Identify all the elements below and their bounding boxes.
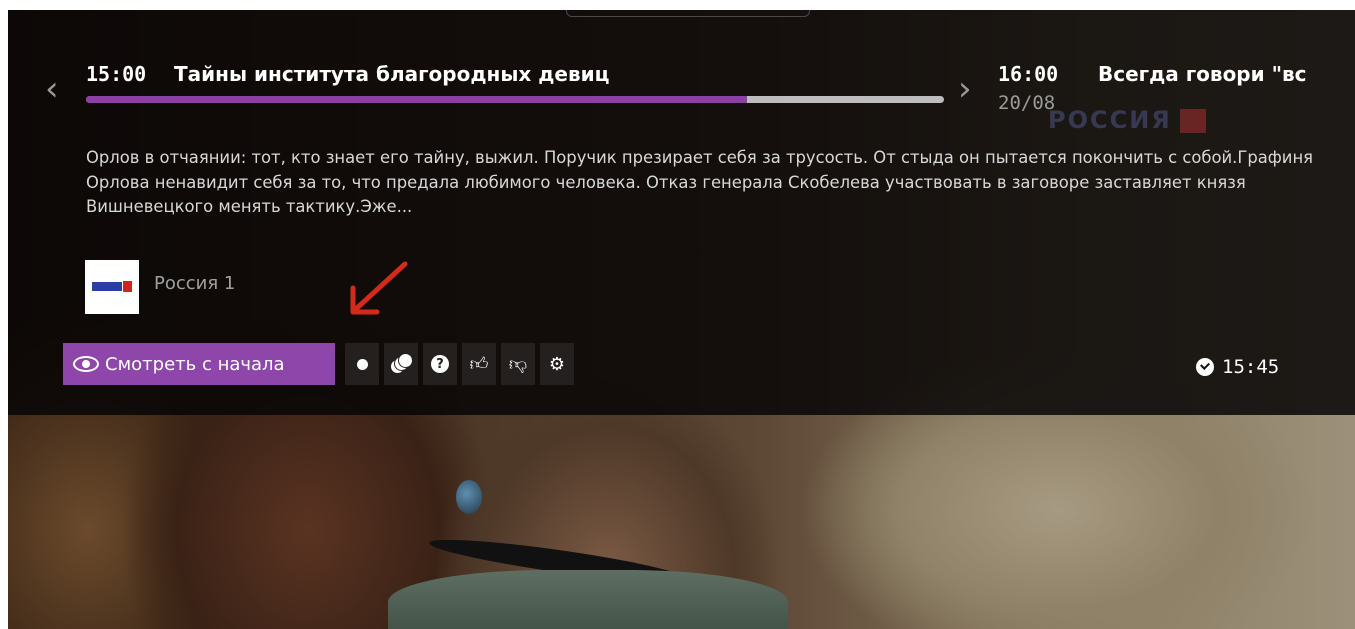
- dislike-button[interactable]: 👎︎: [501, 343, 535, 385]
- program-progress-fill: [86, 96, 747, 103]
- help-icon: ?: [431, 355, 449, 373]
- prev-program-arrow-icon[interactable]: ‹: [45, 72, 59, 106]
- help-button[interactable]: ?: [423, 343, 457, 385]
- clock-time: 15:45: [1222, 356, 1280, 378]
- action-toolbar: Смотреть с начала ? 👍︎ 👎︎ ⚙: [63, 343, 574, 385]
- program-progress-bar: [86, 96, 944, 103]
- thumbs-down-icon: 👎︎: [508, 354, 528, 375]
- current-program-title: Тайны института благородных девиц: [174, 62, 610, 86]
- watermark-text: РОССИЯ: [1048, 106, 1172, 134]
- channel-name: Россия 1: [154, 273, 236, 294]
- earring-image: [456, 480, 482, 514]
- settings-gear-icon: ⚙: [548, 353, 566, 375]
- channel-logo-icon: [85, 260, 139, 314]
- clock-icon: [1196, 358, 1214, 376]
- next-program-arrow-icon[interactable]: ›: [958, 72, 972, 106]
- clock: 15:45: [1196, 356, 1279, 378]
- coins-button[interactable]: [384, 343, 418, 385]
- top-pull-tab[interactable]: [566, 10, 810, 17]
- annotation-arrow-icon: [350, 261, 408, 315]
- record-dot-icon: [356, 358, 368, 370]
- program-info-panel: ‹ 15:00 Тайны института благородных деви…: [8, 10, 1355, 415]
- settings-button[interactable]: ⚙: [540, 343, 574, 385]
- next-program-date: 20/08: [998, 92, 1056, 114]
- eye-icon: [73, 356, 99, 372]
- channel-watermark: РОССИЯ: [1048, 106, 1238, 136]
- current-program-time: 15:00: [86, 62, 147, 86]
- watermark-logo-icon: [1179, 109, 1206, 133]
- tv-screen: ‹ 15:00 Тайны института благородных деви…: [8, 10, 1355, 629]
- dress-image: [388, 570, 788, 629]
- thumbs-up-icon: 👍︎: [469, 354, 489, 375]
- watch-from-start-label: Смотреть с начала: [105, 353, 285, 375]
- watch-from-start-button[interactable]: Смотреть с начала: [63, 343, 335, 385]
- program-description: Орлов в отчаянии: тот, кто знает его тай…: [86, 148, 1314, 216]
- record-button[interactable]: [345, 343, 379, 385]
- like-button[interactable]: 👍︎: [462, 343, 496, 385]
- next-program-title: Всегда говори "вс: [1098, 62, 1307, 86]
- next-program-time: 16:00: [998, 62, 1059, 86]
- coins-icon: [391, 354, 412, 374]
